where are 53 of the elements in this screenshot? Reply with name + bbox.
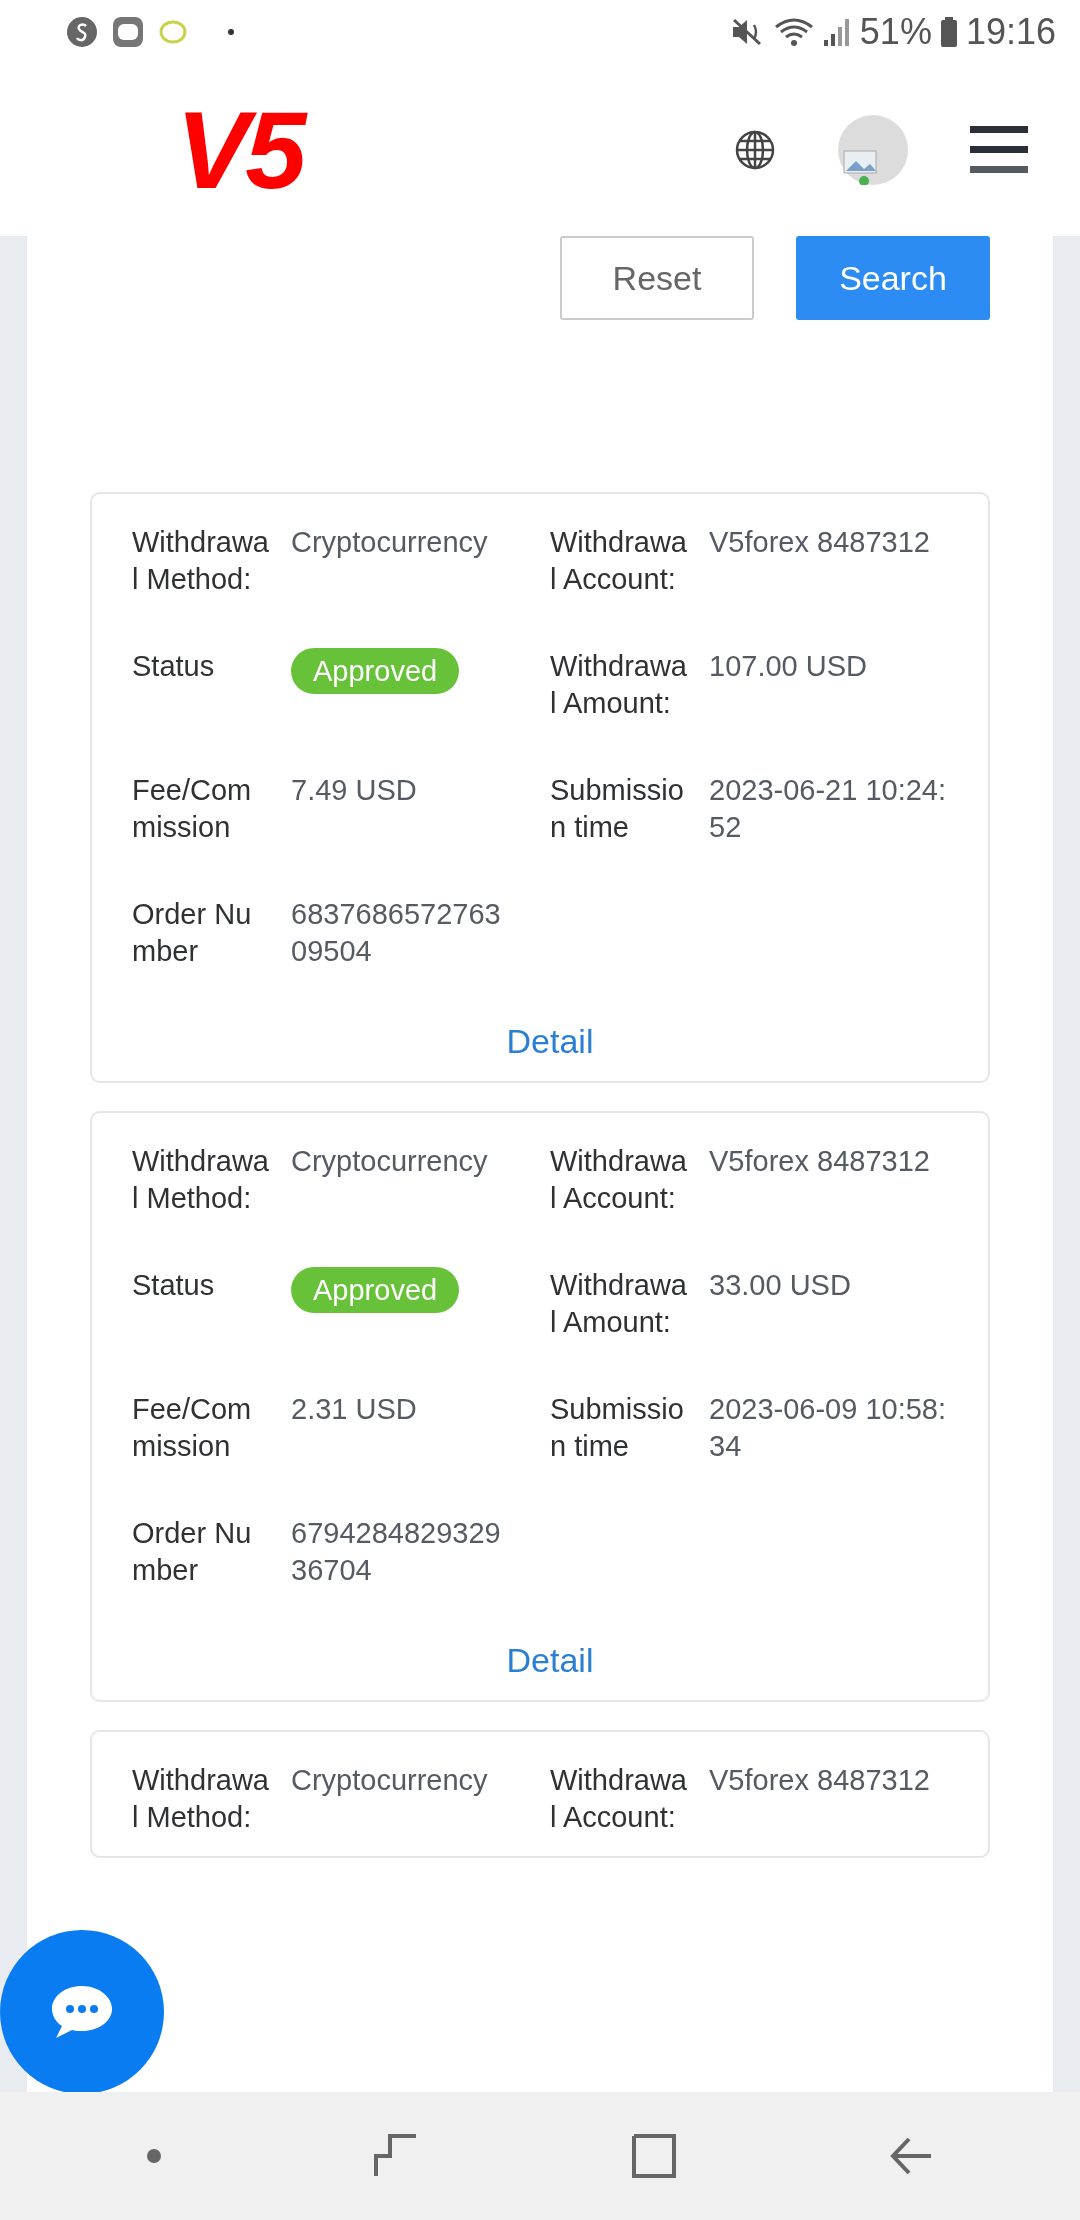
field-label: Withdrawal Method: (132, 1144, 270, 1216)
search-button[interactable]: Search (796, 236, 990, 320)
detail-link[interactable]: Detail (506, 1022, 594, 1060)
field-label: Order Number (132, 1516, 253, 1588)
signal-icon (821, 16, 852, 48)
field-label: Status (132, 649, 216, 684)
field-label: Withdrawal Account: (550, 525, 688, 597)
field-value: 683768657276309504 (291, 897, 502, 969)
avatar-icon[interactable] (838, 115, 908, 185)
field-label: Withdrawal Method: (132, 1763, 270, 1835)
field-label: Withdrawal Method: (132, 525, 270, 597)
battery-icon (939, 16, 958, 48)
field-value: 7.49 USD (291, 773, 418, 808)
field-value: 2023-06-09 10:58:34 (709, 1392, 948, 1464)
field-value: 2023-06-21 10:24:52 (709, 773, 948, 845)
field-label: Fee/Commission (132, 1392, 253, 1464)
status-badge: Approved (291, 648, 460, 694)
field-value: Cryptocurrency (291, 1144, 489, 1179)
field-value: V5forex 8487312 (709, 525, 931, 560)
field-label: Fee/Commission (132, 773, 253, 845)
ring-icon (158, 19, 188, 45)
field-label: Submission time (550, 773, 685, 845)
field-label: Order Number (132, 897, 253, 969)
field-label: Status (132, 1268, 216, 1303)
field-value: V5forex 8487312 (709, 1144, 931, 1179)
field-label: Submission time (550, 1392, 685, 1464)
reset-button[interactable]: Reset (560, 236, 754, 320)
field-label: Withdrawal Amount: (550, 649, 688, 721)
back-icon[interactable] (889, 2136, 934, 2176)
menu-icon[interactable] (970, 124, 1028, 176)
field-value: V5forex 8487312 (709, 1763, 931, 1798)
field-value: 679428482932936704 (291, 1516, 502, 1588)
field-label: Withdrawal Amount: (550, 1268, 688, 1340)
notification-dot-icon (228, 29, 234, 35)
app-icon (66, 16, 98, 48)
detail-link[interactable]: Detail (506, 1641, 594, 1679)
field-value: 2.31 USD (291, 1392, 418, 1427)
dot-icon[interactable] (146, 2149, 161, 2163)
recent-apps-icon[interactable] (374, 2133, 419, 2179)
field-label: Withdrawal Account: (550, 1763, 688, 1835)
field-value: 33.00 USD (709, 1268, 852, 1303)
field-value: Cryptocurrency (291, 1763, 489, 1798)
home-icon[interactable] (631, 2134, 676, 2178)
clock-time: 19:16 (965, 11, 1056, 53)
wifi-icon (773, 16, 814, 48)
globe-icon[interactable] (734, 129, 776, 171)
field-value: Cryptocurrency (291, 525, 489, 560)
status-badge: Approved (291, 1267, 460, 1313)
field-value: 107.00 USD (709, 649, 868, 684)
app-icon (112, 16, 144, 48)
battery-percentage: 51% (859, 11, 932, 53)
chat-icon (50, 1984, 114, 2040)
field-label: Withdrawal Account: (550, 1144, 688, 1216)
